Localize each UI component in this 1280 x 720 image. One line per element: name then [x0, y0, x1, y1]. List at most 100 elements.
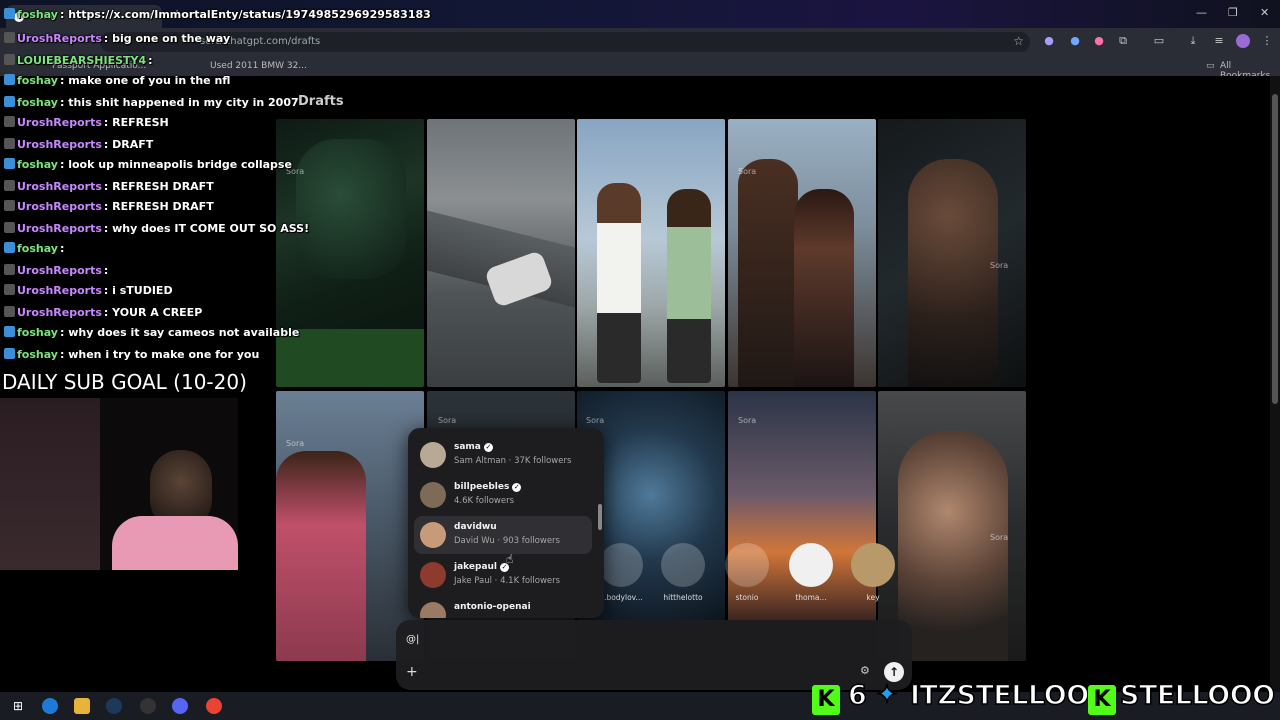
- minimize-icon[interactable]: —: [1196, 6, 1207, 19]
- cameo-item[interactable]: hitthelotto: [660, 543, 706, 602]
- extension-icon[interactable]: ●: [1068, 34, 1082, 48]
- draft-video-tile[interactable]: [728, 119, 876, 387]
- prompt-input[interactable]: @|: [406, 634, 419, 645]
- mention-handle: billpeebles: [454, 482, 510, 492]
- sora-watermark: Sora: [738, 167, 757, 176]
- windows-start-icon[interactable]: ⊞: [10, 698, 26, 714]
- chat-text: : REFRESH DRAFT: [103, 180, 214, 193]
- settings-sliders-icon[interactable]: ⚙: [860, 664, 870, 677]
- person-image: [738, 159, 798, 387]
- chat-username: UroshReports: [17, 284, 102, 297]
- cameo-item[interactable]: key: [850, 543, 896, 602]
- close-window-icon[interactable]: ✕: [1260, 6, 1269, 19]
- chat-text: : this shit happened in my city in 2007: [59, 96, 299, 109]
- bookmark-item[interactable]: Used 2011 BMW 32...: [210, 61, 307, 71]
- sora-watermark: Sora: [990, 533, 1009, 542]
- cameo-name: ...bodylov...: [599, 593, 643, 602]
- sora-watermark: Sora: [738, 416, 757, 425]
- dropdown-scrollbar[interactable]: [597, 428, 603, 618]
- chat-text: : DRAFT: [103, 138, 154, 151]
- scroll-thumb[interactable]: [1272, 94, 1278, 404]
- chat-message: UroshReports: why does IT COME OUT SO AS…: [4, 222, 309, 240]
- cameo-name: thoma...: [795, 593, 827, 602]
- chrome-icon[interactable]: [206, 698, 222, 714]
- draft-video-tile[interactable]: [878, 119, 1026, 387]
- chat-user-icon: [4, 116, 15, 127]
- mention-handle: davidwu: [454, 522, 497, 532]
- draft-video-tile[interactable]: [276, 391, 424, 661]
- chat-message: foshay: look up minneapolis bridge colla…: [4, 158, 292, 176]
- chat-username: UroshReports: [17, 306, 102, 319]
- page-scrollbar[interactable]: [1270, 76, 1280, 692]
- extension-icon[interactable]: ●: [1042, 34, 1056, 48]
- mention-option[interactable]: jakepaul ✓ Jake Paul · 4.1K followers: [414, 556, 592, 594]
- chat-user-icon: [4, 284, 15, 295]
- chat-username: foshay: [17, 8, 58, 21]
- kick-logo-icon: K: [1088, 685, 1116, 715]
- chat-username: foshay: [17, 326, 58, 339]
- chat-text: : REFRESH: [103, 116, 169, 129]
- cameo-item[interactable]: thoma...: [788, 543, 834, 602]
- send-button[interactable]: ↑: [884, 662, 904, 682]
- sora-watermark: Sora: [438, 416, 457, 425]
- chat-username: foshay: [17, 242, 58, 255]
- url-input[interactable]: sora.chatgpt.com/drafts ☆: [100, 32, 1030, 52]
- maximize-icon[interactable]: ❐: [1228, 6, 1238, 19]
- chat-message: UroshReports: i sTUDIED: [4, 284, 173, 302]
- obs-icon[interactable]: [140, 698, 156, 714]
- mention-subtitle: Jake Paul · 4.1K followers: [454, 576, 561, 586]
- add-attachment-button[interactable]: +: [406, 664, 418, 680]
- file-explorer-icon[interactable]: [74, 698, 90, 714]
- mention-option[interactable]: billpeebles ✓ 4.6K followers: [414, 476, 592, 514]
- chat-username: UroshReports: [17, 116, 102, 129]
- chat-user-icon: [4, 222, 15, 233]
- chat-username: UroshReports: [17, 180, 102, 193]
- chat-text: : make one of you in the nfl: [59, 74, 231, 87]
- steam-icon[interactable]: [106, 698, 122, 714]
- cameo-avatar: [851, 543, 895, 587]
- media-icon[interactable]: ≡: [1212, 34, 1226, 48]
- chat-text: : when i try to make one for you: [59, 348, 260, 361]
- extensions-puzzle-icon[interactable]: ⧉: [1116, 34, 1130, 48]
- webcam-feed: [0, 398, 238, 570]
- mention-subtitle: 4.6K followers: [454, 496, 515, 506]
- person-image: [898, 431, 1008, 661]
- subscriber-badge-icon: [4, 158, 15, 169]
- avatar: [420, 562, 446, 588]
- cameo-name: stonio: [735, 593, 759, 602]
- chat-message: foshay: when i try to make one for you: [4, 348, 259, 366]
- cameo-name: hitthelotto: [663, 593, 703, 602]
- chat-message: UroshReports: YOUR A CREEP: [4, 306, 202, 324]
- profile-avatar-icon[interactable]: [1236, 34, 1250, 48]
- mention-option[interactable]: sama ✓ Sam Altman · 37K followers: [414, 436, 592, 474]
- chat-message: UroshReports: REFRESH: [4, 116, 169, 134]
- download-icon[interactable]: ⤓: [1186, 34, 1200, 48]
- mention-handle: jakepaul: [454, 562, 498, 572]
- cameo-item[interactable]: ...bodylov...: [598, 543, 644, 602]
- chat-user-icon: [4, 200, 15, 211]
- chat-username: UroshReports: [17, 264, 102, 277]
- chat-message: foshay: this shit happened in my city in…: [4, 96, 299, 114]
- chat-text: : why does IT COME OUT SO ASS!: [103, 222, 310, 235]
- edge-icon[interactable]: [42, 698, 58, 714]
- chat-text: : i sTUDIED: [103, 284, 173, 297]
- sidepanel-icon[interactable]: ▭: [1152, 34, 1166, 48]
- draft-video-tile[interactable]: [276, 119, 424, 387]
- scroll-thumb[interactable]: [598, 504, 602, 530]
- bookmark-star-icon[interactable]: ☆: [1013, 34, 1024, 48]
- chat-text: : YOUR A CREEP: [103, 306, 203, 319]
- chat-username: foshay: [17, 96, 58, 109]
- kick-count: 6: [847, 679, 867, 712]
- chat-message: LOUIEBEARSHIESTY4:: [4, 54, 153, 72]
- mention-option[interactable]: davidwu David Wu · 903 followers: [414, 516, 592, 554]
- person-image: [908, 159, 998, 387]
- extension-icon[interactable]: ●: [1092, 34, 1106, 48]
- discord-icon[interactable]: [172, 698, 188, 714]
- chat-text: : https://x.com/ImmortalEnty/status/1974…: [59, 8, 431, 21]
- cameo-item[interactable]: stonio: [724, 543, 770, 602]
- draft-video-tile[interactable]: [427, 119, 575, 387]
- menu-kebab-icon[interactable]: ⋮: [1260, 34, 1274, 48]
- draft-video-tile[interactable]: [577, 119, 725, 387]
- mention-option[interactable]: antonio-openai: [414, 596, 592, 618]
- kick-logo-icon: K: [812, 685, 840, 715]
